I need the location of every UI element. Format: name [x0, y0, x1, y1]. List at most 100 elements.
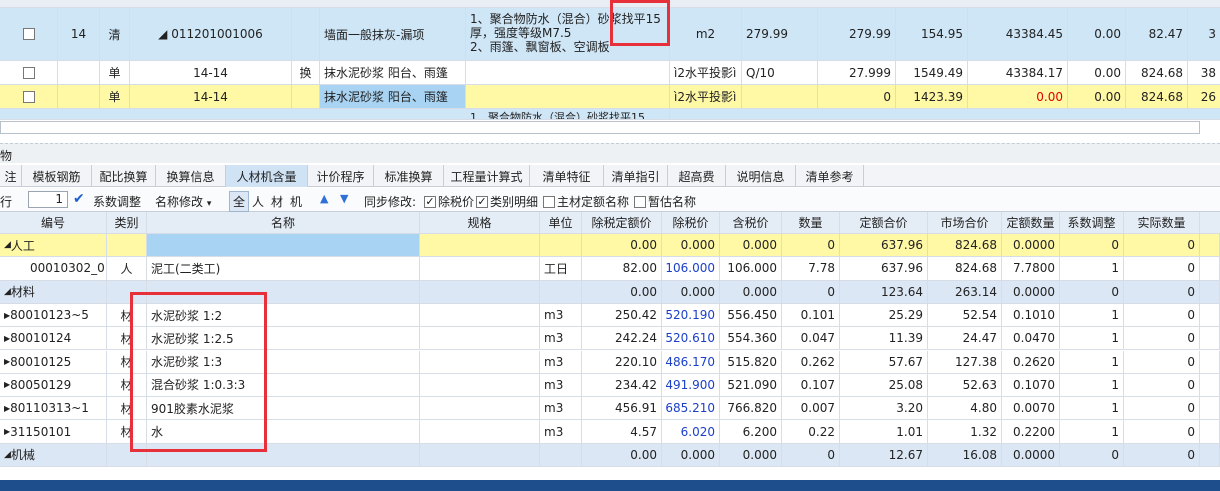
- row-total: 43384.45: [968, 8, 1068, 60]
- collapse-icon[interactable]: ◢: [4, 450, 11, 460]
- column-header[interactable]: 实际数量: [1124, 212, 1200, 233]
- table-row[interactable]: ▶ 80010124 材水泥砂浆 1:2.5 m3 242.24 520.610 554.…: [0, 327, 1220, 351]
- check-icon: ✔: [73, 191, 85, 207]
- group-name-cell[interactable]: [147, 234, 420, 257]
- top-row-cut: [0, 0, 1220, 8]
- tab-label: 配比换算: [99, 169, 148, 184]
- row-name[interactable]: 抹水泥砂浆 阳台、雨篷: [320, 85, 466, 108]
- grid-cell: [540, 280, 582, 303]
- group-row[interactable]: ◢ 机械 0.00 0.000 0.000 0 12.67 16.08 0.0000 0 0: [0, 443, 1220, 467]
- column-header[interactable]: 除税定额价: [582, 212, 662, 233]
- table-row[interactable]: ▶ 80010123~5 材水泥砂浆 1:2 m3 250.42 520.190 556.…: [0, 303, 1220, 328]
- row-checkbox[interactable]: [22, 28, 35, 40]
- table-row[interactable]: 00010302_01~人泥工(二类工)工日82.00106.000106.00…: [0, 257, 1220, 281]
- tab-high-fee[interactable]: 超高费: [668, 165, 726, 187]
- group-row[interactable]: ◢ 人工 0.00 0.000 0.000 0 637.96 824.68 0.0000 0 0: [0, 234, 1220, 258]
- column-header[interactable]: 系数调整: [1060, 212, 1124, 233]
- tab-labor-material[interactable]: 人材机含量: [226, 165, 308, 187]
- name-modify-label: 名称修改: [155, 195, 204, 209]
- filter-machine[interactable]: 机: [290, 193, 302, 210]
- table-row-partial[interactable]: [0, 467, 1220, 480]
- item-value: 7.78: [782, 257, 840, 280]
- column-header[interactable]: 规格: [420, 212, 540, 233]
- move-up-icon[interactable]: ▲: [320, 192, 328, 205]
- item-value: 1.01: [840, 420, 928, 443]
- table-row[interactable]: ▶ 80110313~1 材 901胶素水泥浆 m3 456.91 685.210 766.…: [0, 397, 1220, 421]
- tab-description[interactable]: 说明信息: [726, 165, 796, 187]
- item-name[interactable]: 水泥砂浆 1:2.5: [147, 327, 420, 350]
- tab-std-convert[interactable]: 标准换算: [374, 165, 444, 187]
- item-name[interactable]: 水: [147, 420, 420, 443]
- column-header[interactable]: 数量: [782, 212, 840, 233]
- tab-mix-convert[interactable]: 配比换算: [92, 165, 156, 187]
- tab-pricing[interactable]: 计价程序: [308, 165, 374, 187]
- coef-adjust-button[interactable]: 系数调整: [93, 193, 141, 210]
- row-input[interactable]: 1: [28, 191, 68, 208]
- column-header[interactable]: 定额数量: [1002, 212, 1060, 233]
- filter-material[interactable]: 材: [271, 193, 283, 210]
- grid-cell: [1200, 257, 1220, 280]
- collapse-icon[interactable]: ◢: [4, 287, 11, 297]
- table-row[interactable]: ▶ 80010125 材水泥砂浆 1:3 m3 220.10 486.170 515.82…: [0, 350, 1220, 374]
- tab-list-feature[interactable]: 清单特征: [530, 165, 604, 187]
- item-name[interactable]: 901胶素水泥浆: [147, 397, 420, 420]
- tab-convert-info[interactable]: 换算信息: [156, 165, 226, 187]
- column-header[interactable]: 市场合价: [928, 212, 1002, 233]
- tab-list-reference[interactable]: 清单参考: [796, 165, 864, 187]
- top-table: 14 清 ◢ 011201001006 墙面一般抹灰-漏项 1、聚合物防水（混合…: [0, 0, 1220, 120]
- tab-note[interactable]: 注: [0, 165, 22, 187]
- table-row[interactable]: ▶ 80050129 材混合砂浆 1:0.3:3 m3 234.42 491.900 52…: [0, 373, 1220, 398]
- item-value: 0: [1124, 303, 1200, 327]
- item-value: 3.20: [840, 397, 928, 420]
- tab-formwork[interactable]: 模板钢筋: [22, 165, 92, 187]
- grid-header: 编号 类别 名称 规格 单位 除税定额价 除税价 含税价 数量 定额合价 市场合价 定额数量 系数调整实…: [0, 212, 1220, 234]
- checkbox-main-material[interactable]: 主材定额名称: [543, 193, 629, 210]
- item-name[interactable]: 水泥砂浆 1:2: [147, 303, 420, 327]
- row-c2: 824.68: [1126, 61, 1188, 84]
- column-header[interactable]: 类别: [107, 212, 147, 233]
- item-code-cell: 00010302_01~: [0, 257, 107, 280]
- table-row[interactable]: 单 14-14 抹水泥砂浆 阳台、雨篷 ì2水平投影ì 0 1423.39 0.…: [0, 85, 1220, 109]
- tab-quantity-formula[interactable]: 工程量计算式: [444, 165, 530, 187]
- panel-splitter[interactable]: 物: [0, 143, 1220, 163]
- collapse-icon[interactable]: ◢: [4, 240, 11, 250]
- row-checkbox[interactable]: [22, 90, 35, 103]
- checkbox-tax-free[interactable]: 除税价: [424, 193, 474, 210]
- checkbox-estimate-name[interactable]: 暂估名称: [634, 193, 696, 210]
- grid-cell: [107, 280, 147, 303]
- column-header[interactable]: 定额合价: [840, 212, 928, 233]
- item-value: 0: [1124, 397, 1200, 420]
- checkbox-category-detail[interactable]: 类别明细: [476, 193, 538, 210]
- column-header[interactable]: 除税价: [662, 212, 720, 233]
- move-down-icon[interactable]: ▼: [340, 192, 348, 205]
- grid-cell: 0: [782, 280, 840, 303]
- row-c1: 0.00: [1068, 61, 1126, 84]
- item-name[interactable]: 混合砂浆 1:0.3:3: [147, 373, 420, 397]
- group-name-cell[interactable]: [147, 280, 420, 303]
- column-header[interactable]: 编号: [0, 212, 107, 233]
- group-row[interactable]: ◢ 材料 0.00 0.000 0.000 0 123.64 263.14 0.0000 0 0: [0, 280, 1220, 304]
- table-row[interactable]: ▶ 31150101 材水 m3 4.57 6.020 6.200 0.22 1.01 1.32…: [0, 420, 1220, 444]
- filter-all[interactable]: 全: [229, 191, 250, 212]
- item-type: 材: [107, 397, 147, 420]
- column-header[interactable]: 名称: [147, 212, 420, 233]
- item-name[interactable]: 水泥砂浆 1:3: [147, 350, 420, 373]
- column-header[interactable]: 单位: [540, 212, 582, 233]
- grid-cell: 0: [1124, 443, 1200, 466]
- item-unit: m3: [540, 327, 582, 350]
- table-row[interactable]: 14 清 ◢ 011201001006 墙面一般抹灰-漏项 1、聚合物防水（混合…: [0, 8, 1220, 61]
- tab-label: 注: [4, 169, 17, 184]
- row-checkbox[interactable]: [22, 66, 35, 79]
- table-row[interactable]: 单 14-14 换 抹水泥砂浆 阳台、雨篷 ì2水平投影ì Q/10 27.99…: [0, 61, 1220, 85]
- item-code-cell: ▶ 80010125: [0, 350, 107, 373]
- horizontal-scrollbar[interactable]: [0, 121, 1200, 134]
- item-value: 1: [1060, 373, 1124, 397]
- row-unit: ì2水平投影ì: [670, 61, 742, 84]
- tab-list-guide[interactable]: 清单指引: [604, 165, 668, 187]
- column-header[interactable]: 含税价: [720, 212, 782, 233]
- name-modify-dropdown[interactable]: 名称修改 ▾: [155, 193, 211, 210]
- filter-labor[interactable]: 人: [252, 193, 264, 210]
- group-name-cell[interactable]: [147, 443, 420, 466]
- item-name[interactable]: 泥工(二类工): [147, 257, 420, 280]
- tab-label: 清单特征: [542, 169, 591, 184]
